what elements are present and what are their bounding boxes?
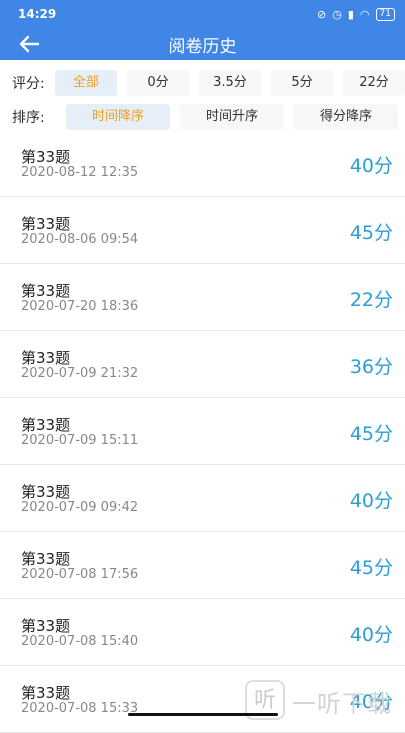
list-item[interactable]: 第33题 2020-07-09 15:11 45分 xyxy=(0,398,405,465)
record-score: 45分 xyxy=(349,222,393,244)
record-title: 第33题 xyxy=(21,684,71,702)
record-time: 2020-07-08 17:56 xyxy=(21,567,139,582)
record-score: 22分 xyxy=(349,289,393,311)
score-option[interactable]: 3.5分 xyxy=(199,70,261,96)
record-time: 2020-08-06 09:54 xyxy=(21,232,139,247)
signal-icon: ▮ xyxy=(347,7,354,21)
filter-panel: 评分: 全部 0分 3.5分 5分 22分 排序: 时间降序 时间升序 得分降序 xyxy=(0,66,405,134)
record-time: 2020-07-09 15:11 xyxy=(21,433,139,448)
score-option[interactable]: 0分 xyxy=(127,70,189,96)
record-score: 40分 xyxy=(349,490,393,512)
record-time: 2020-08-12 12:35 xyxy=(21,165,139,180)
status-time: 14:29 xyxy=(18,7,57,21)
record-score: 45分 xyxy=(349,423,393,445)
score-filter-row: 评分: 全部 0分 3.5分 5分 22分 xyxy=(0,66,405,100)
record-title: 第33题 xyxy=(21,282,71,300)
record-list: 第33题 2020-08-12 12:35 40分 第33题 2020-08-06 09… xyxy=(0,130,405,733)
score-option[interactable]: 5分 xyxy=(271,70,333,96)
sort-option[interactable]: 得分降序 xyxy=(294,104,398,130)
battery-icon: 71 xyxy=(375,7,395,21)
status-icons: ⊘ ◷ ▮ ◠ 71 xyxy=(317,7,395,21)
record-title: 第33题 xyxy=(21,483,71,501)
sort-option[interactable]: 时间降序 xyxy=(66,104,170,130)
alarm-icon: ◷ xyxy=(332,7,342,21)
record-title: 第33题 xyxy=(21,349,71,367)
sort-options: 时间降序 时间升序 得分降序 xyxy=(66,104,398,130)
record-time: 2020-07-09 21:32 xyxy=(21,366,139,381)
sort-label: 排序: xyxy=(12,110,45,126)
score-option[interactable]: 全部 xyxy=(55,70,117,96)
back-arrow-icon[interactable] xyxy=(18,34,40,54)
record-score: 45分 xyxy=(349,557,393,579)
record-time: 2020-07-09 09:42 xyxy=(21,500,139,515)
record-time: 2020-07-20 18:36 xyxy=(21,299,139,314)
nav-bar: 阅卷历史 xyxy=(0,28,405,60)
home-indicator[interactable] xyxy=(128,713,278,716)
list-item[interactable]: 第33题 2020-08-12 12:35 40分 xyxy=(0,130,405,197)
list-item[interactable]: 第33题 2020-08-06 09:54 45分 xyxy=(0,197,405,264)
status-bar: 14:29 ⊘ ◷ ▮ ◠ 71 xyxy=(0,0,405,28)
record-score: 40分 xyxy=(349,624,393,646)
score-filter-label: 评分: xyxy=(12,76,45,92)
list-item[interactable]: 第33题 2020-07-08 17:56 45分 xyxy=(0,532,405,599)
list-item[interactable]: 第33题 2020-07-08 15:40 40分 xyxy=(0,599,405,666)
app-header: 14:29 ⊘ ◷ ▮ ◠ 71 阅卷历史 xyxy=(0,0,405,60)
score-options: 全部 0分 3.5分 5分 22分 xyxy=(55,70,405,96)
watermark-text: 一听下载 xyxy=(292,690,392,718)
record-score: 40分 xyxy=(349,155,393,177)
record-time: 2020-07-08 15:33 xyxy=(21,701,139,716)
wifi-icon: ◠ xyxy=(359,7,370,21)
notification-icon: ⊘ xyxy=(317,7,327,21)
record-title: 第33题 xyxy=(21,617,71,635)
page-title: 阅卷历史 xyxy=(168,36,237,57)
record-title: 第33题 xyxy=(21,550,71,568)
list-item[interactable]: 第33题 2020-07-20 18:36 22分 xyxy=(0,264,405,331)
record-title: 第33题 xyxy=(21,215,71,233)
sort-option[interactable]: 时间升序 xyxy=(180,104,284,130)
list-item[interactable]: 第33题 2020-07-09 09:42 40分 xyxy=(0,465,405,532)
record-title: 第33题 xyxy=(21,148,71,166)
sort-row: 排序: 时间降序 时间升序 得分降序 xyxy=(0,100,405,134)
score-option[interactable]: 22分 xyxy=(343,70,405,96)
record-title: 第33题 xyxy=(21,416,71,434)
record-score: 36分 xyxy=(349,356,393,378)
record-time: 2020-07-08 15:40 xyxy=(21,634,139,649)
list-item[interactable]: 第33题 2020-07-09 21:32 36分 xyxy=(0,331,405,398)
